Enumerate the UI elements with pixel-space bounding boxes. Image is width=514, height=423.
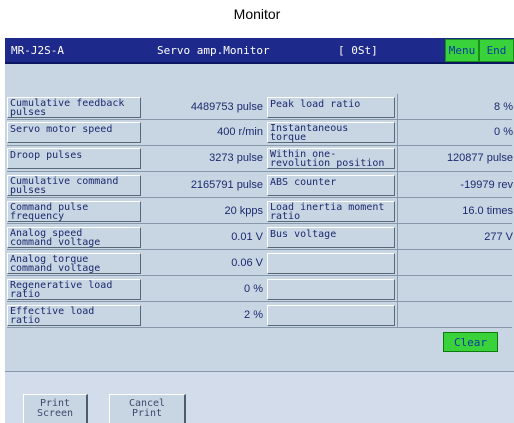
value-analog-torque-command-voltage: 0.06 V xyxy=(231,257,263,269)
label-bus-voltage: Bus voltage xyxy=(267,227,395,248)
value-within-one-revolution-position: 120877 pulse xyxy=(446,152,513,164)
label-regenerative-load-ratio: Regenerative load ratio xyxy=(7,279,141,300)
label-empty-slot xyxy=(267,253,395,274)
clear-button[interactable]: Clear xyxy=(443,332,498,352)
label-empty-slot xyxy=(267,279,395,300)
title-bar: MR-J2S-A Servo amp.Monitor [ 0St] Menu E… xyxy=(5,38,514,64)
got-screen: MR-J2S-A Servo amp.Monitor [ 0St] Menu E… xyxy=(5,38,514,423)
label-cumulative-command-pulses: Cumulative command pulses xyxy=(7,175,141,196)
screen-name: Servo amp.Monitor xyxy=(157,44,270,57)
label-cumulative-feedback-pulses: Cumulative feedback pulses xyxy=(7,97,141,118)
model-name: MR-J2S-A xyxy=(11,44,64,57)
print-screen-button[interactable]: Print Screen xyxy=(23,394,88,423)
value-peak-load-ratio: 8 % xyxy=(494,101,513,113)
row-divider xyxy=(7,301,512,302)
label-command-pulse-frequency: Command pulse frequency xyxy=(7,201,141,222)
end-button[interactable]: End xyxy=(479,39,514,62)
row-divider xyxy=(7,171,512,172)
value-effective-load-ratio: 2 % xyxy=(244,309,263,321)
label-effective-load-ratio: Effective load ratio xyxy=(7,305,141,326)
label-load-inertia-moment-ratio: Load inertia moment ratio xyxy=(267,201,395,222)
row-divider xyxy=(7,223,512,224)
value-empty-slot xyxy=(399,253,513,274)
label-analog-torque-command-voltage: Analog torque command voltage xyxy=(7,253,141,274)
row-divider xyxy=(7,275,512,276)
station-number: [ 0St] xyxy=(338,44,378,57)
value-command-pulse-frequency: 20 kpps xyxy=(224,205,263,217)
row-divider xyxy=(7,249,512,250)
value-cumulative-command-pulses: 2165791 pulse xyxy=(190,179,263,191)
label-peak-load-ratio: Peak load ratio xyxy=(267,97,395,118)
value-instantaneous-torque: 0 % xyxy=(494,126,513,138)
value-empty-slot xyxy=(399,305,513,326)
value-regenerative-load-ratio: 0 % xyxy=(244,283,263,295)
row-divider xyxy=(7,197,512,198)
label-droop-pulses: Droop pulses xyxy=(7,148,141,169)
value-analog-speed-command-voltage: 0.01 V xyxy=(231,231,263,243)
row-divider xyxy=(7,145,512,146)
page-title: Monitor xyxy=(233,6,281,22)
value-bus-voltage: 277 V xyxy=(484,231,513,243)
column-divider xyxy=(397,94,398,328)
label-within-one-revolution-position: Within one- revolution position xyxy=(267,148,395,169)
label-instantaneous-torque: Instantaneous torque xyxy=(267,122,395,143)
cancel-print-button[interactable]: Cancel Print xyxy=(109,394,186,423)
value-cumulative-feedback-pulses: 4489753 pulse xyxy=(190,101,263,113)
value-droop-pulses: 3273 pulse xyxy=(209,152,263,164)
value-servo-motor-speed: 400 r/min xyxy=(217,126,263,138)
value-load-inertia-moment-ratio: 16.0 times xyxy=(462,205,513,217)
menu-button[interactable]: Menu xyxy=(445,39,479,62)
value-empty-slot xyxy=(399,279,513,300)
row-divider xyxy=(7,327,512,328)
row-divider xyxy=(7,119,512,120)
value-abs-counter: -19979 rev xyxy=(460,179,513,191)
label-servo-motor-speed: Servo motor speed xyxy=(7,122,141,143)
label-empty-slot xyxy=(267,305,395,326)
label-analog-speed-command-voltage: Analog speed command voltage xyxy=(7,227,141,248)
label-abs-counter: ABS counter xyxy=(267,175,395,196)
